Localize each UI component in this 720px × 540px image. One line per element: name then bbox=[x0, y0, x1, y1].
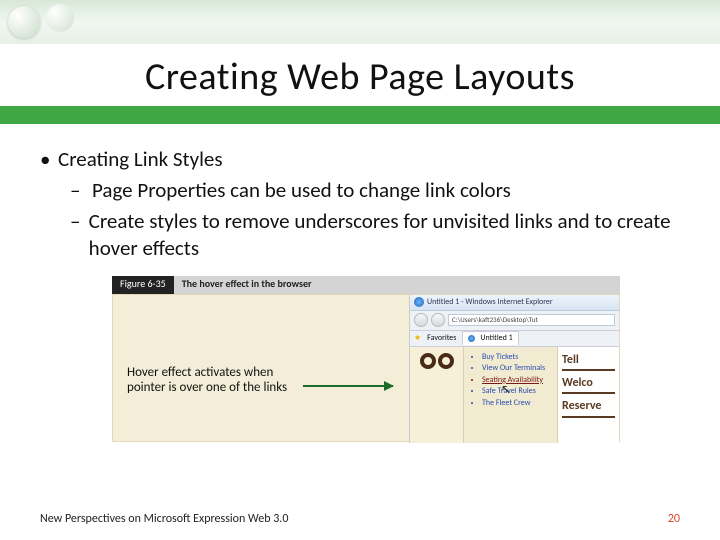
headline: Welco bbox=[562, 376, 615, 394]
ie-icon bbox=[468, 335, 475, 342]
headline: Tell bbox=[562, 353, 615, 371]
link-item[interactable]: Safe Travel Rules bbox=[482, 387, 551, 397]
bullet-text: Page Properties can be used to change li… bbox=[92, 177, 511, 204]
favorites-star-icon[interactable]: ★ bbox=[414, 333, 421, 343]
headline: Reserve bbox=[562, 399, 615, 417]
browser-viewport: Buy Tickets View Our Terminals Seating A… bbox=[410, 347, 619, 443]
forward-button[interactable] bbox=[431, 313, 445, 327]
tab-label: Untitled 1 bbox=[480, 333, 512, 343]
link-list: Buy Tickets View Our Terminals Seating A… bbox=[470, 353, 551, 409]
slide-title: Creating Web Page Layouts bbox=[0, 44, 720, 106]
browser-tab-row: ★ Favorites Untitled 1 bbox=[410, 331, 619, 347]
browser-title: Untitled 1 - Windows Internet Explorer bbox=[427, 297, 553, 307]
arrow-icon bbox=[303, 385, 393, 387]
address-bar[interactable]: C:\Users\kaft236\Desktop\Tut bbox=[448, 314, 615, 326]
bullet-level2: Page Properties can be used to change li… bbox=[40, 177, 680, 204]
page-logo-column bbox=[410, 347, 464, 443]
footer: New Perspectives on Microsoft Expression… bbox=[0, 512, 720, 526]
bullet-level1: Creating Link Styles bbox=[40, 146, 680, 173]
browser-window: Untitled 1 - Windows Internet Explorer C… bbox=[409, 295, 619, 443]
logo-icon bbox=[420, 353, 454, 369]
link-item[interactable]: Buy Tickets bbox=[482, 353, 551, 363]
bullet-text: Creating Link Styles bbox=[58, 146, 223, 173]
favorites-label[interactable]: Favorites bbox=[427, 333, 456, 343]
page-number: 20 bbox=[668, 512, 680, 526]
dash-icon bbox=[70, 177, 92, 204]
link-item[interactable]: View Our Terminals bbox=[482, 364, 551, 374]
link-item[interactable]: The Fleet Crew bbox=[482, 399, 551, 409]
title-underline bbox=[0, 106, 720, 124]
ie-icon bbox=[414, 297, 424, 307]
browser-tab[interactable]: Untitled 1 bbox=[462, 331, 518, 344]
figure-caption: The hover effect in the browser bbox=[174, 276, 620, 294]
content-area: Creating Link Styles Page Properties can… bbox=[0, 124, 720, 442]
figure-header: Figure 6-35 The hover effect in the brow… bbox=[112, 276, 620, 294]
dash-icon bbox=[70, 208, 89, 262]
page-links-column: Buy Tickets View Our Terminals Seating A… bbox=[464, 347, 558, 443]
bullet-text: Create styles to remove underscores for … bbox=[89, 208, 680, 262]
figure-body: Hover effect activates when pointer is o… bbox=[112, 294, 620, 442]
bullet-level2: Create styles to remove underscores for … bbox=[40, 208, 680, 262]
browser-toolbar: C:\Users\kaft236\Desktop\Tut bbox=[410, 311, 619, 331]
browser-titlebar: Untitled 1 - Windows Internet Explorer bbox=[410, 295, 619, 311]
link-item-hovered[interactable]: Seating Availability bbox=[482, 376, 551, 386]
figure-number: Figure 6-35 bbox=[112, 276, 174, 294]
figure: Figure 6-35 The hover effect in the brow… bbox=[112, 276, 620, 442]
footer-text: New Perspectives on Microsoft Expression… bbox=[40, 512, 288, 526]
decorative-banner bbox=[0, 0, 720, 44]
bullet-icon bbox=[40, 146, 58, 173]
callout-text: Hover effect activates when pointer is o… bbox=[127, 365, 297, 396]
back-button[interactable] bbox=[414, 313, 428, 327]
page-headline-column: Tell Welco Reserve bbox=[558, 347, 619, 443]
